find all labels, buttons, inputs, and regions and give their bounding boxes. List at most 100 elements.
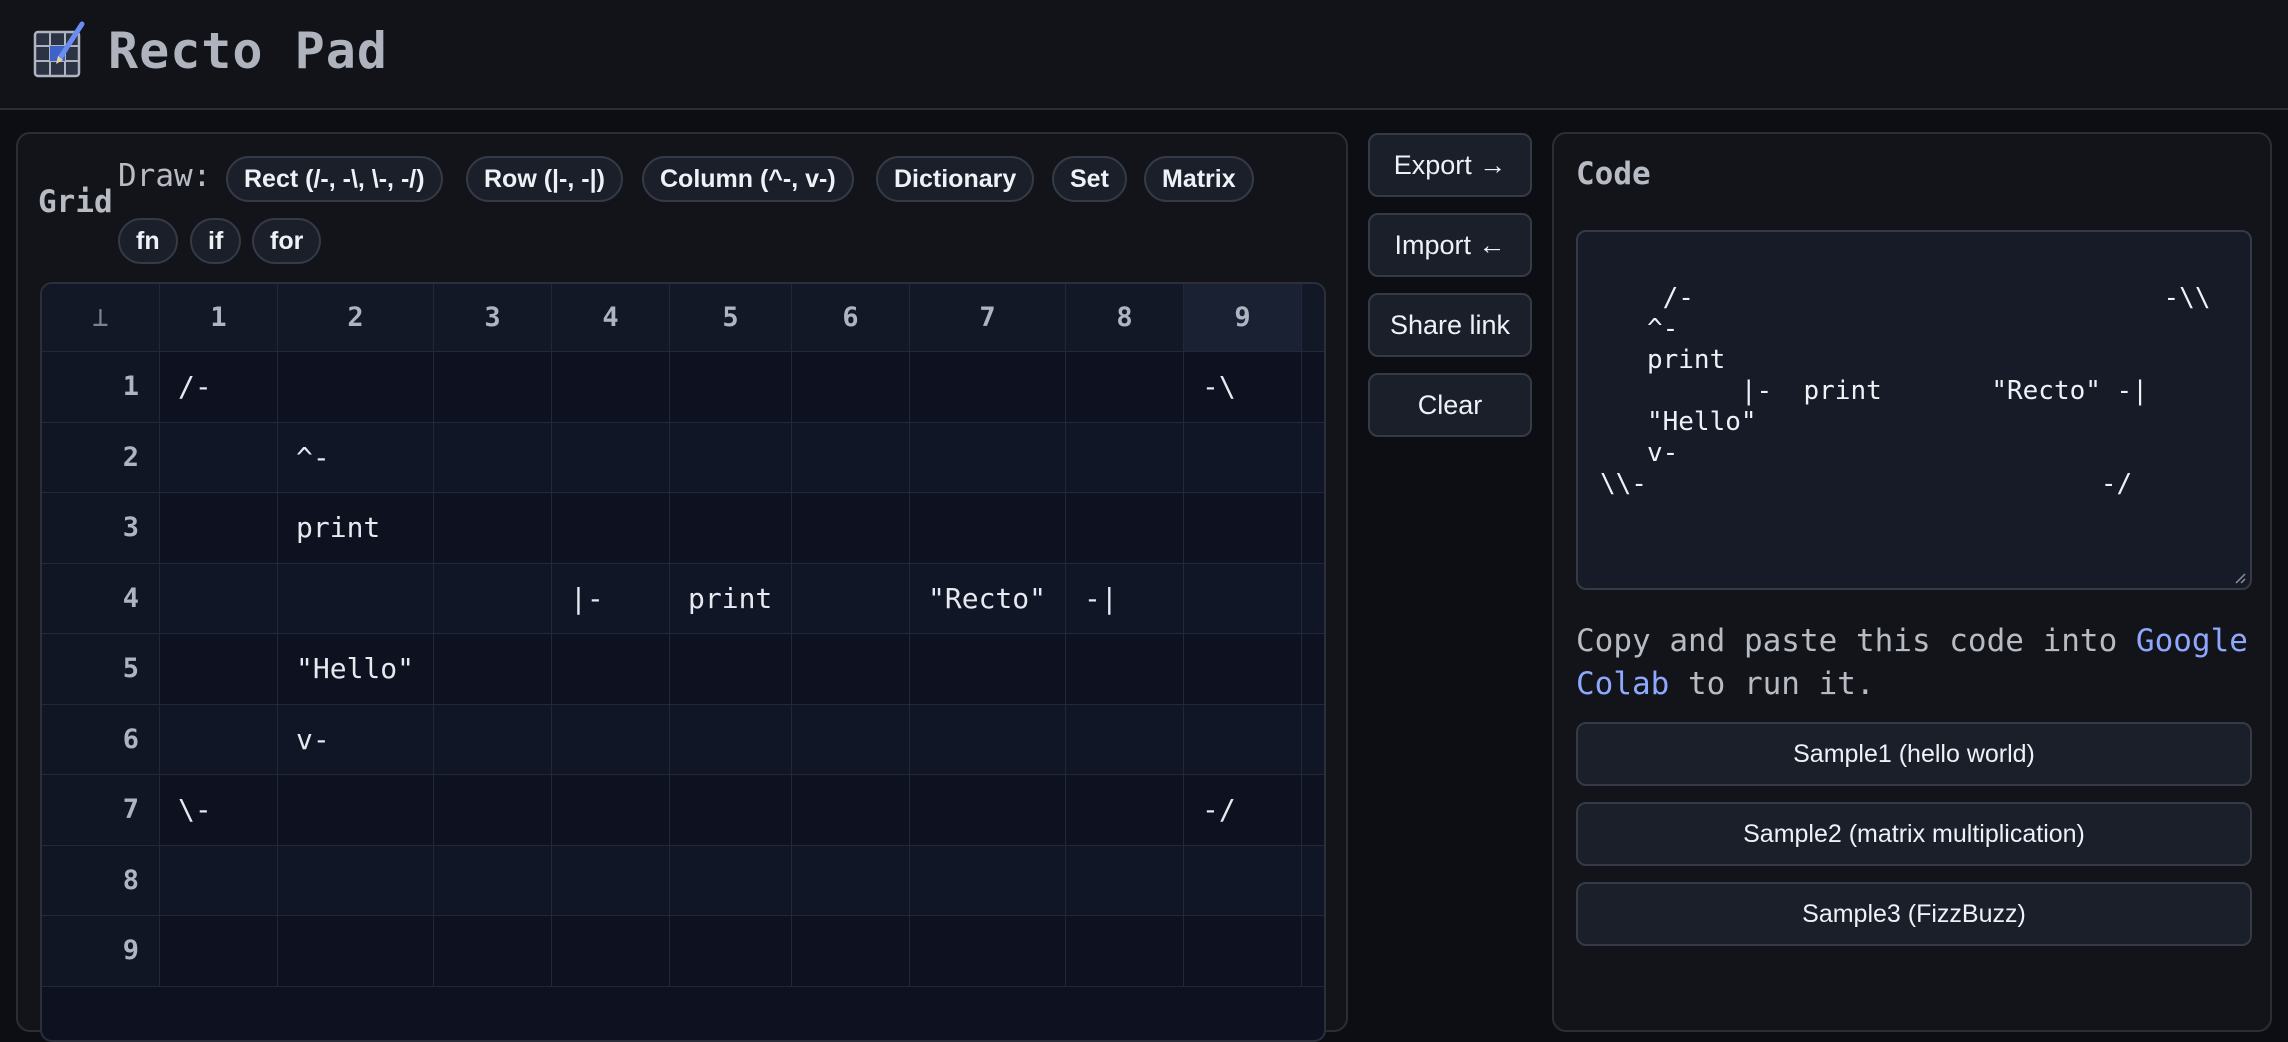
sample3-button[interactable]: Sample3 (FizzBuzz) bbox=[1576, 882, 2252, 946]
grid-cell-r1-c3[interactable] bbox=[434, 352, 552, 423]
column-header-8[interactable]: 8 bbox=[1066, 284, 1184, 352]
draw-dictionary-button[interactable]: Dictionary bbox=[876, 156, 1035, 202]
grid-cell-r4-c5[interactable]: print bbox=[670, 563, 792, 634]
draw-set-button[interactable]: Set bbox=[1052, 156, 1127, 202]
grid-cell-r6-c9[interactable] bbox=[1184, 704, 1302, 775]
grid-cell-r4-c9[interactable] bbox=[1184, 563, 1302, 634]
resize-grip-icon[interactable] bbox=[2234, 572, 2246, 584]
grid-cell-r6-c7[interactable] bbox=[910, 704, 1066, 775]
grid-cell-r7-c1[interactable]: \- bbox=[160, 775, 278, 846]
grid-cell-r7-c9[interactable]: -/ bbox=[1184, 775, 1302, 846]
grid-cell-r7-c8[interactable] bbox=[1066, 775, 1184, 846]
grid-cell-r7-c2[interactable] bbox=[278, 775, 434, 846]
grid-cell-r4-c2[interactable] bbox=[278, 563, 434, 634]
grid-cell-r8-c1[interactable] bbox=[160, 845, 278, 916]
row-header-4[interactable]: 4 bbox=[42, 563, 160, 634]
draw-rect-button[interactable]: Rect (/-, -\, \-, -/) bbox=[226, 156, 443, 202]
grid-cell-r2-c1[interactable] bbox=[160, 422, 278, 493]
grid-cell-r1-c4[interactable] bbox=[552, 352, 670, 423]
grid-cell-r1-c9[interactable]: -\ bbox=[1184, 352, 1302, 423]
grid-cell-r6-c4[interactable] bbox=[552, 704, 670, 775]
grid-cell-r9-c7[interactable] bbox=[910, 916, 1066, 987]
row-header-1[interactable]: 1 bbox=[42, 352, 160, 423]
grid-cell-r4-c1[interactable] bbox=[160, 563, 278, 634]
grid-cell-r9-c9[interactable] bbox=[1184, 916, 1302, 987]
column-header-3[interactable]: 3 bbox=[434, 284, 552, 352]
grid-cell-r9-c1[interactable] bbox=[160, 916, 278, 987]
grid-cell-r3-c6[interactable] bbox=[792, 493, 910, 564]
grid-cell-r3-c2[interactable]: print bbox=[278, 493, 434, 564]
grid-cell-r9-c3[interactable] bbox=[434, 916, 552, 987]
draw-for-button[interactable]: for bbox=[252, 218, 322, 264]
row-header-3[interactable]: 3 bbox=[42, 493, 160, 564]
grid-cell-r4-c8[interactable]: -| bbox=[1066, 563, 1184, 634]
grid-cell-r1-c1[interactable]: /- bbox=[160, 352, 278, 423]
draw-fn-button[interactable]: fn bbox=[118, 218, 178, 264]
grid-cell-r2-c3[interactable] bbox=[434, 422, 552, 493]
grid-cell-r6-c1[interactable] bbox=[160, 704, 278, 775]
grid-cell-r4-c3[interactable] bbox=[434, 563, 552, 634]
grid-cell-r1-c8[interactable] bbox=[1066, 352, 1184, 423]
grid-cell-r1-c7[interactable] bbox=[910, 352, 1066, 423]
grid-cell-r5-c7[interactable] bbox=[910, 634, 1066, 705]
grid-cell-r7-c4[interactable] bbox=[552, 775, 670, 846]
grid-cell-r2-c6[interactable] bbox=[792, 422, 910, 493]
grid-cell-r4-c4[interactable]: |- bbox=[552, 563, 670, 634]
grid-cell-r8-c5[interactable] bbox=[670, 845, 792, 916]
grid-cell-r5-c8[interactable] bbox=[1066, 634, 1184, 705]
grid-cell-r2-c4[interactable] bbox=[552, 422, 670, 493]
grid-cell-r6-c8[interactable] bbox=[1066, 704, 1184, 775]
grid-cell-r9-c4[interactable] bbox=[552, 916, 670, 987]
code-textarea[interactable]: /- -\\ ^- print |- print "Recto" -| "Hel… bbox=[1576, 230, 2252, 590]
grid-cell-r5-c1[interactable] bbox=[160, 634, 278, 705]
grid-cell-r9-c6[interactable] bbox=[792, 916, 910, 987]
column-header-9[interactable]: 9 bbox=[1184, 284, 1302, 352]
sample1-button[interactable]: Sample1 (hello world) bbox=[1576, 722, 2252, 786]
grid-cell-r1-c2[interactable] bbox=[278, 352, 434, 423]
draw-if-button[interactable]: if bbox=[190, 218, 242, 264]
grid-cell-r8-c8[interactable] bbox=[1066, 845, 1184, 916]
row-header-6[interactable]: 6 bbox=[42, 704, 160, 775]
grid-cell-r9-c5[interactable] bbox=[670, 916, 792, 987]
grid-cell-r2-c7[interactable] bbox=[910, 422, 1066, 493]
grid-cell-r3-c5[interactable] bbox=[670, 493, 792, 564]
grid-cell-r3-c3[interactable] bbox=[434, 493, 552, 564]
grid-cell-r8-c7[interactable] bbox=[910, 845, 1066, 916]
grid-cell-r2-c5[interactable] bbox=[670, 422, 792, 493]
column-header-2[interactable]: 2 bbox=[278, 284, 434, 352]
grid-cell-r5-c6[interactable] bbox=[792, 634, 910, 705]
grid-cell-r3-c7[interactable] bbox=[910, 493, 1066, 564]
grid-cell-r5-c2[interactable]: "Hello" bbox=[278, 634, 434, 705]
draw-row-button[interactable]: Row (|-, -|) bbox=[466, 156, 623, 202]
column-header-1[interactable]: 1 bbox=[160, 284, 278, 352]
grid-cell-r8-c9[interactable] bbox=[1184, 845, 1302, 916]
grid-cell-r5-c3[interactable] bbox=[434, 634, 552, 705]
column-header-7[interactable]: 7 bbox=[910, 284, 1066, 352]
clear-button[interactable]: Clear bbox=[1368, 373, 1532, 437]
sample2-button[interactable]: Sample2 (matrix multiplication) bbox=[1576, 802, 2252, 866]
draw-column-button[interactable]: Column (^-, v-) bbox=[642, 156, 854, 202]
grid-cell-r6-c2[interactable]: v- bbox=[278, 704, 434, 775]
column-header-4[interactable]: 4 bbox=[552, 284, 670, 352]
row-header-8[interactable]: 8 bbox=[42, 845, 160, 916]
grid-cell-r6-c3[interactable] bbox=[434, 704, 552, 775]
grid-cell-r3-c8[interactable] bbox=[1066, 493, 1184, 564]
grid-cell-r8-c2[interactable] bbox=[278, 845, 434, 916]
row-header-5[interactable]: 5 bbox=[42, 634, 160, 705]
row-header-7[interactable]: 7 bbox=[42, 775, 160, 846]
grid-cell-r6-c6[interactable] bbox=[792, 704, 910, 775]
grid-cell-r3-c9[interactable] bbox=[1184, 493, 1302, 564]
column-header-6[interactable]: 6 bbox=[792, 284, 910, 352]
grid-cell-r5-c9[interactable] bbox=[1184, 634, 1302, 705]
export-button[interactable]: Export → bbox=[1368, 133, 1532, 197]
grid-cell-r7-c6[interactable] bbox=[792, 775, 910, 846]
grid-cell-r7-c3[interactable] bbox=[434, 775, 552, 846]
grid-cell-r9-c2[interactable] bbox=[278, 916, 434, 987]
grid-cell-r2-c8[interactable] bbox=[1066, 422, 1184, 493]
grid-cell-r5-c5[interactable] bbox=[670, 634, 792, 705]
grid-cell-r5-c4[interactable] bbox=[552, 634, 670, 705]
import-button[interactable]: Import ← bbox=[1368, 213, 1532, 277]
share-link-button[interactable]: Share link bbox=[1368, 293, 1532, 357]
grid-cell-r8-c6[interactable] bbox=[792, 845, 910, 916]
grid-cell-r3-c4[interactable] bbox=[552, 493, 670, 564]
